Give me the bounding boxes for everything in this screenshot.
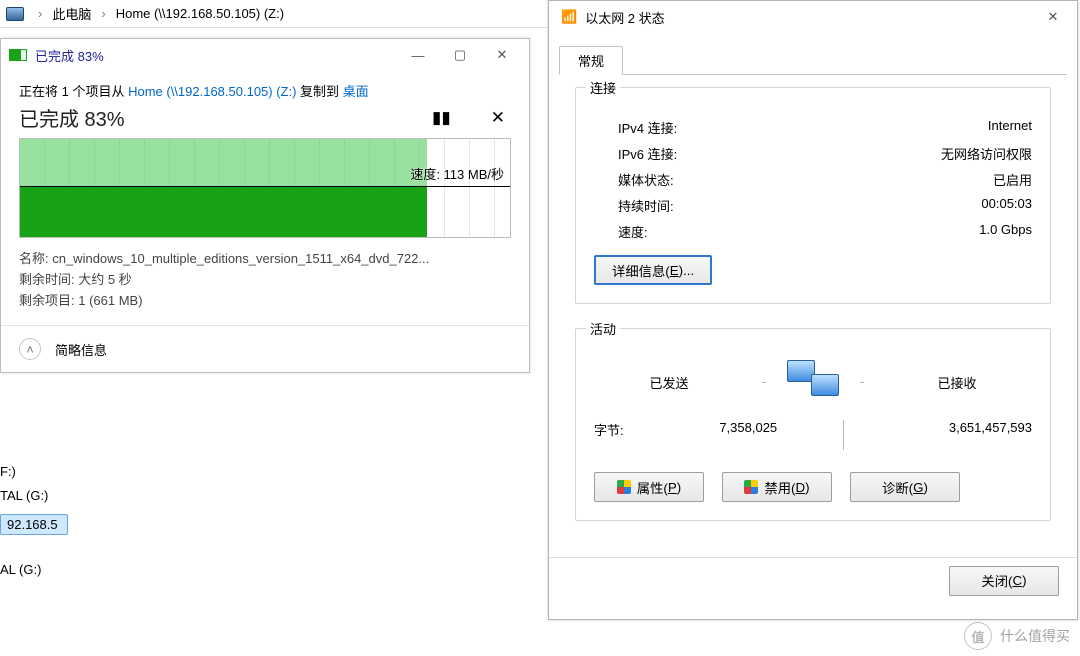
speed-value-label: 速度: 113 MB/秒 (410, 164, 504, 183)
copy-items-remaining: 剩余项目: 1 (661 MB) (19, 290, 511, 309)
duration-label: 持续时间: (594, 196, 674, 215)
bytes-received-value: 3,651,457,593 (844, 420, 1033, 450)
sidebar-item-al-g[interactable]: AL (G:) (0, 562, 62, 577)
properties-button[interactable]: 属性(P) (594, 472, 704, 502)
ipv6-label: IPv6 连接: (594, 144, 677, 163)
minimize-button[interactable]: — (397, 41, 439, 69)
copy-dest-link[interactable]: 桌面 (343, 84, 369, 99)
watermark: 值 什么值得买 (964, 622, 1070, 650)
ethernet-status-dialog: 📶 以太网 2 状态 ✕ 常规 连接 IPv4 连接: Internet IPv6… (548, 0, 1078, 620)
copy-file-name: 名称: cn_windows_10_multiple_editions_vers… (19, 248, 511, 267)
sidebar-item-tal-g[interactable]: TAL (G:) (0, 488, 62, 503)
media-state-label: 媒体状态: (594, 170, 674, 189)
close-button[interactable]: ✕ (1033, 3, 1073, 31)
link-speed-label: 速度: (594, 222, 648, 241)
chevron-up-icon: ˄ (19, 338, 41, 360)
speed-graph: 速度: 113 MB/秒 (19, 138, 511, 238)
chevron-right-icon: › (101, 6, 105, 21)
progress-icon (9, 49, 27, 61)
copy-source-link[interactable]: Home (\\192.168.50.105) (Z:) (128, 84, 296, 99)
shield-icon (744, 480, 758, 494)
brief-info-toggle[interactable]: ˄ 简略信息 (1, 325, 529, 372)
ethernet-dialog-title: 以太网 2 状态 (585, 8, 1033, 27)
chevron-right-icon: › (38, 6, 42, 21)
details-button[interactable]: 详细信息(E)... (594, 255, 712, 285)
copy-line-mid: 复制到 (296, 84, 342, 99)
copy-line-prefix: 正在将 1 个项目从 (19, 84, 128, 99)
copy-time-remaining: 剩余时间: 大约 5 秒 (19, 269, 511, 288)
activity-group: 活动 已发送 已接收 字节: 7,358,025 3,651,457,593 属… (575, 328, 1051, 521)
explorer-address-bar[interactable]: › 此电脑 › Home (\\192.168.50.105) (Z:) (0, 0, 560, 28)
disable-button[interactable]: 禁用(D) (722, 472, 832, 502)
sidebar-item-network-z[interactable]: 92.168.5 (0, 514, 68, 535)
breadcrumb-location[interactable]: Home (\\192.168.50.105) (Z:) (116, 6, 284, 21)
bytes-sent-value: 7,358,025 (654, 420, 843, 450)
pause-button[interactable]: ▮▮ (426, 107, 457, 129)
sidebar-item-f[interactable]: F:) (0, 464, 62, 479)
network-icon: 📶 (561, 9, 577, 25)
cancel-copy-button[interactable]: ✕ (485, 107, 511, 129)
close-dialog-button[interactable]: 关闭(C) (949, 566, 1059, 596)
tab-general[interactable]: 常规 (559, 46, 623, 75)
media-state-value: 已启用 (993, 170, 1032, 189)
breadcrumb-this-pc[interactable]: 此电脑 (52, 4, 91, 23)
connection-group: 连接 IPv4 连接:Internet IPv6 连接:无网络访问权限 媒体状态… (575, 87, 1051, 304)
ipv4-label: IPv4 连接: (594, 118, 677, 137)
connection-legend: 连接 (586, 81, 620, 96)
diagnose-button[interactable]: 诊断(G) (850, 472, 960, 502)
activity-legend: 活动 (586, 322, 620, 337)
ipv6-value: 无网络访问权限 (941, 144, 1032, 163)
copy-source-dest-line: 正在将 1 个项目从 Home (\\192.168.50.105) (Z:) … (19, 81, 511, 100)
duration-value: 00:05:03 (981, 196, 1032, 215)
network-computers-icon (784, 358, 842, 406)
brief-info-label: 简略信息 (55, 340, 107, 359)
watermark-text: 什么值得买 (1000, 626, 1070, 646)
copy-dialog-title: 已完成 83% (35, 46, 397, 65)
sent-label: 已发送 (594, 373, 744, 392)
ipv4-value: Internet (988, 118, 1032, 137)
maximize-button[interactable]: ▢ (439, 41, 481, 69)
pc-icon (6, 7, 24, 21)
copy-progress-label: 已完成 83% (19, 103, 125, 132)
bytes-label: 字节: (594, 420, 654, 450)
link-speed-value: 1.0 Gbps (979, 222, 1032, 241)
file-copy-dialog: 已完成 83% — ▢ ✕ 正在将 1 个项目从 Home (\\192.168… (0, 38, 530, 373)
shield-icon (617, 480, 631, 494)
watermark-logo-icon: 值 (964, 622, 992, 650)
received-label: 已接收 (882, 373, 1032, 392)
close-button[interactable]: ✕ (481, 41, 523, 69)
